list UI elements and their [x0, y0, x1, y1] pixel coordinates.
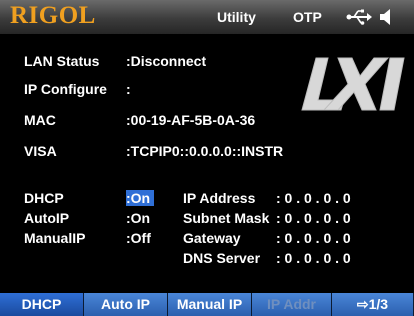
usb-icon — [346, 9, 372, 25]
dns-server-value[interactable]: : 0 . 0 . 0 . 0 — [276, 250, 351, 266]
speaker-icon — [380, 9, 390, 25]
mode-label: Utility — [217, 9, 256, 25]
softkey-manual-ip[interactable]: Manual IP — [168, 293, 252, 316]
subnet-mask-label: Subnet Mask — [183, 210, 270, 226]
lxi-logo — [301, 57, 405, 111]
gateway-label: Gateway — [183, 230, 241, 246]
autoip-value[interactable]: :On — [126, 210, 150, 226]
ip-configure-label: IP Configure — [24, 81, 107, 97]
mac-value: :00-19-AF-5B-0A-36 — [126, 112, 256, 128]
ip-configure-value: : — [126, 81, 131, 97]
autoip-label: AutoIP — [24, 210, 70, 226]
otp-status: OTP — [293, 9, 322, 25]
lan-status-value: :Disconnect — [126, 53, 207, 69]
visa-value: :TCPIP0::0.0.0.0::INSTR — [126, 143, 284, 159]
softkey-ip-addr[interactable]: IP Addr — [252, 293, 332, 316]
header-bar: RIGOL Utility OTP — [0, 0, 414, 34]
brand-logo: RIGOL — [10, 2, 96, 29]
softkey-page[interactable]: ⇨1/3 — [332, 293, 414, 316]
dhcp-label: DHCP — [24, 190, 64, 206]
utility-lan-screen: RIGOL Utility OTP LAN Status :Disconnect… — [0, 0, 414, 316]
ip-address-label: IP Address — [183, 190, 256, 206]
lan-status-label: LAN Status — [24, 53, 100, 69]
manualip-label: ManualIP — [24, 230, 86, 246]
softkey-bar: DHCP Auto IP Manual IP IP Addr ⇨1/3 — [0, 293, 414, 316]
visa-label: VISA — [24, 143, 57, 159]
dhcp-value[interactable]: :On — [126, 190, 155, 206]
mac-label: MAC — [24, 112, 56, 128]
ip-address-value[interactable]: : 0 . 0 . 0 . 0 — [276, 190, 351, 206]
dns-server-label: DNS Server — [183, 250, 261, 266]
softkey-auto-ip[interactable]: Auto IP — [84, 293, 168, 316]
subnet-mask-value[interactable]: : 0 . 0 . 0 . 0 — [276, 210, 351, 226]
gateway-value[interactable]: : 0 . 0 . 0 . 0 — [276, 230, 351, 246]
softkey-dhcp[interactable]: DHCP — [0, 293, 84, 316]
manualip-value[interactable]: :Off — [126, 230, 151, 246]
